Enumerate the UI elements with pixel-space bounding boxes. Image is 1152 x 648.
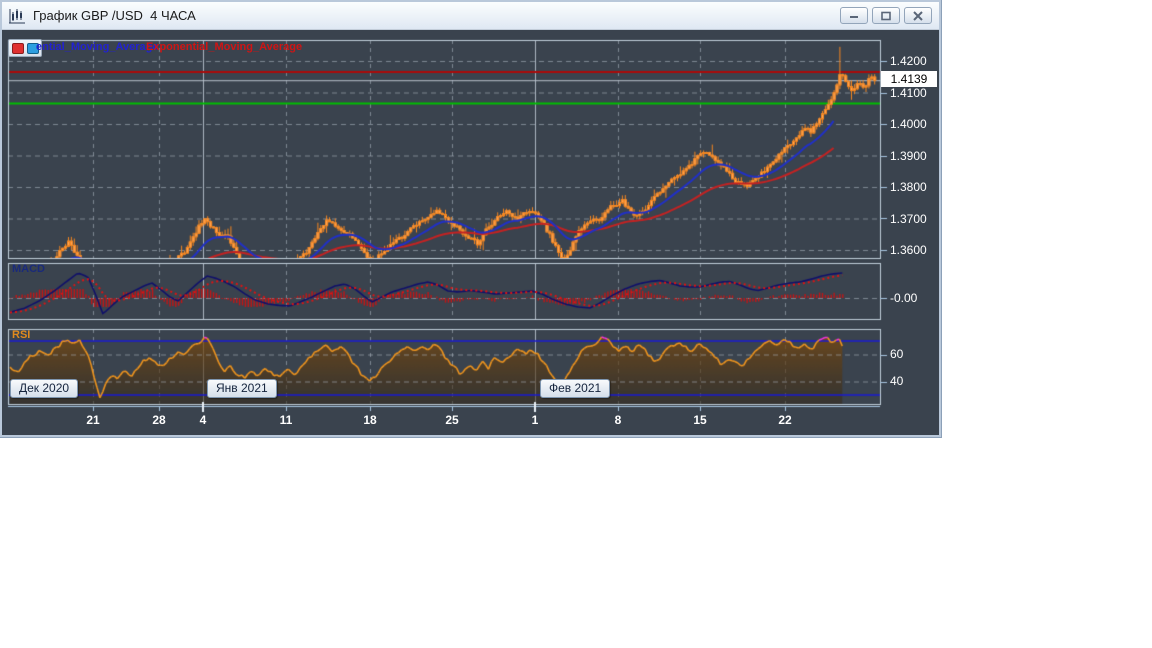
chart-window: График GBP /USD 4 ЧАСА ential_Moving_Ave… [0,0,942,438]
x-axis-label: 22 [778,413,792,427]
close-icon [913,10,923,21]
current-price-label: 1.4139 [881,71,937,87]
legend-ema-fast-label: ential_Moving_Average [36,41,159,53]
date-box: Янв 2021 [207,379,277,398]
price-axis-label: 1.4000 [890,117,927,131]
x-axis-label: 28 [152,413,166,427]
chart-icon [9,8,25,23]
price-axis-label: 1.4100 [890,86,927,100]
window-title: График GBP /USD 4 ЧАСА [33,8,196,23]
price-axis-label: 1.4200 [890,54,927,68]
window-controls [840,7,932,24]
macd-axis-label: -0.00 [890,291,918,305]
restore-icon [881,11,891,20]
x-axis-label: 4 [199,413,207,427]
red-indicator-button[interactable] [11,42,24,54]
date-box: Фев 2021 [540,379,611,398]
rsi-axis-label: 60 [890,347,904,361]
chart-area: ential_Moving_Average Exponential_Moving… [2,30,939,434]
date-box: Дек 2020 [10,379,79,398]
minimize-icon [850,16,858,18]
title-bar[interactable]: График GBP /USD 4 ЧАСА [2,2,939,30]
rsi-panel-label: RSI [12,329,31,341]
x-axis-label: 8 [614,413,622,427]
rsi-axis-label: 40 [890,374,904,388]
restore-button[interactable] [872,7,900,24]
x-axis-label: 11 [279,413,293,427]
x-axis-label: 25 [445,413,459,427]
macd-panel-label: MACD [12,263,45,275]
legend-ema-slow-label: Exponential_Moving_Average [146,41,303,53]
chart-canvas[interactable] [2,30,939,434]
price-axis-label: 1.3900 [890,149,927,163]
x-axis-label: 15 [693,413,707,427]
price-axis-label: 1.3700 [890,212,927,226]
x-axis-label: 18 [363,413,377,427]
x-axis-label: 1 [531,413,539,427]
close-button[interactable] [904,7,932,24]
minimize-button[interactable] [840,7,868,24]
price-axis-label: 1.3600 [890,243,927,257]
price-axis-label: 1.3800 [890,180,927,194]
x-axis-label: 21 [86,413,100,427]
